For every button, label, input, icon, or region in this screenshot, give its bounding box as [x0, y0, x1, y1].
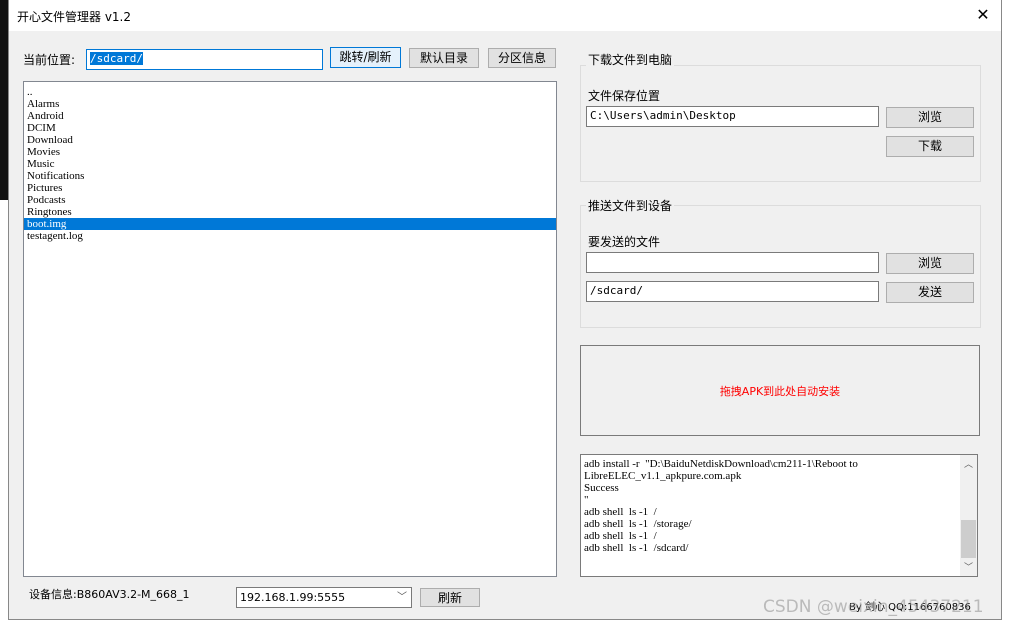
log-scrollbar[interactable]: ︿ ﹀	[960, 455, 977, 576]
download-group-title: 下载文件到电脑	[586, 51, 675, 68]
save-path-input[interactable]: C:\Users\admin\Desktop	[586, 106, 879, 127]
device-refresh-button[interactable]: 刷新	[420, 588, 480, 607]
file-list-item[interactable]: Alarms	[24, 98, 556, 110]
device-info: 设备信息:B860AV3.2-M_668_1	[29, 588, 190, 601]
title-bar: 开心文件管理器 v1.2 ✕	[9, 0, 1001, 31]
scroll-up-icon[interactable]: ︿	[960, 458, 977, 470]
target-path-input[interactable]: /sdcard/	[586, 281, 879, 302]
file-list-item[interactable]: Ringtones	[24, 206, 556, 218]
device-address-select[interactable]: 192.168.1.99:5555 ﹀	[236, 587, 412, 608]
download-button[interactable]: 下载	[886, 136, 974, 157]
file-list-item[interactable]: Movies	[24, 146, 556, 158]
file-list-item[interactable]: Android	[24, 110, 556, 122]
file-list-item[interactable]: Notifications	[24, 170, 556, 182]
background-terminal	[0, 0, 8, 200]
window-title: 开心文件管理器 v1.2	[17, 10, 132, 24]
file-list-item[interactable]: DCIM	[24, 122, 556, 134]
scroll-thumb[interactable]	[961, 520, 976, 558]
scroll-down-icon[interactable]: ﹀	[960, 561, 977, 573]
send-file-input[interactable]	[586, 252, 879, 273]
file-list-item[interactable]: Download	[24, 134, 556, 146]
file-list-item[interactable]: boot.img	[24, 218, 556, 230]
file-list-item[interactable]: testagent.log	[24, 230, 556, 242]
go-refresh-button[interactable]: 跳转/刷新	[330, 47, 401, 68]
drop-zone-text: 拖拽APK到此处自动安装	[719, 384, 841, 398]
partition-info-button[interactable]: 分区信息	[488, 48, 556, 68]
log-output[interactable]: adb install -r "D:\BaiduNetdiskDownload\…	[580, 454, 978, 577]
apk-drop-zone[interactable]: 拖拽APK到此处自动安装	[580, 345, 980, 436]
file-list-item[interactable]: Pictures	[24, 182, 556, 194]
chevron-down-icon: ﹀	[397, 592, 407, 603]
save-location-label: 文件保存位置	[588, 89, 661, 103]
file-list-item[interactable]: Podcasts	[24, 194, 556, 206]
app-window: 开心文件管理器 v1.2 ✕ 当前位置: /sdcard/ 跳转/刷新 默认目录…	[8, 0, 1002, 620]
close-icon[interactable]: ✕	[971, 4, 995, 26]
default-dir-button[interactable]: 默认目录	[409, 48, 479, 68]
send-file-label: 要发送的文件	[588, 235, 661, 249]
file-list[interactable]: .. Alarms Android DCIM Download Movies Music No…	[23, 81, 557, 577]
push-group-title: 推送文件到设备	[586, 197, 675, 214]
location-value: /sdcard/	[90, 52, 143, 65]
file-list-item[interactable]: Music	[24, 158, 556, 170]
location-label: 当前位置:	[23, 53, 76, 67]
send-button[interactable]: 发送	[886, 282, 974, 303]
file-list-item[interactable]: ..	[24, 86, 556, 98]
browse-send-button[interactable]: 浏览	[886, 253, 974, 274]
browse-save-button[interactable]: 浏览	[886, 107, 974, 128]
watermark: CSDN @weixin_45437211	[763, 597, 984, 617]
device-address: 192.168.1.99:5555	[240, 591, 346, 604]
log-text: adb install -r "D:\BaiduNetdiskDownload\…	[584, 458, 858, 554]
location-input[interactable]: /sdcard/	[86, 49, 323, 70]
